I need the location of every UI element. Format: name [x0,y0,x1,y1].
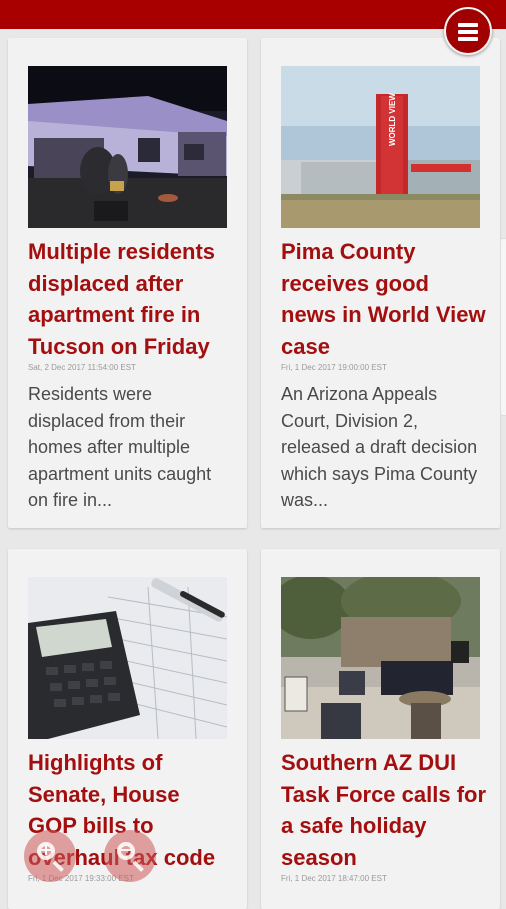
world-view-building-photo: WORLD VIEW [281,66,480,228]
article-date: Fri, 1 Dec 2017 19:00:00 EST [281,363,387,372]
article-thumbnail[interactable] [28,577,227,739]
zoom-out-icon [117,842,135,860]
article-title[interactable]: Pima County receives good news in World … [281,236,486,362]
hamburger-menu-icon-bar [458,37,478,41]
article-card[interactable]: WORLD VIEW Pima County receives good new… [261,38,500,528]
article-title[interactable]: Multiple residents displaced after apart… [28,236,233,362]
article-date: Fri, 1 Dec 2017 18:47:00 EST [281,874,387,883]
apartment-fire-photo [28,66,227,228]
article-thumbnail[interactable]: WORLD VIEW [281,66,480,228]
zoom-out-icon-minus-bar [121,849,131,851]
article-summary: An Arizona Appeals Court, Division 2, re… [281,384,478,510]
article-date: Sat, 2 Dec 2017 11:54:00 EST [28,363,136,372]
press-conference-photo [281,577,480,739]
article-thumbnail[interactable] [281,577,480,739]
article-summary: Residents were displaced from their home… [28,384,212,510]
article-card[interactable]: Southern AZ DUI Task Force calls for a s… [261,549,500,909]
zoom-in-icon-plus-bar [45,845,47,855]
hamburger-menu-icon-bar [458,30,478,34]
zoom-out-button[interactable] [104,830,156,882]
zoom-in-icon-handle [52,860,64,872]
article-title[interactable]: Southern AZ DUI Task Force calls for a s… [281,747,486,873]
calculator-tax-form-photo [28,577,227,739]
menu-button[interactable] [444,7,492,55]
hamburger-menu-icon [458,23,478,27]
article-thumbnail[interactable] [28,66,227,228]
scroll-indicator[interactable] [500,238,506,416]
world-view-sign-text: WORLD VIEW [388,93,397,146]
zoom-out-icon-handle [132,860,144,872]
top-app-bar [0,0,506,29]
article-card[interactable]: Multiple residents displaced after apart… [8,38,247,528]
zoom-in-button[interactable] [24,830,76,882]
